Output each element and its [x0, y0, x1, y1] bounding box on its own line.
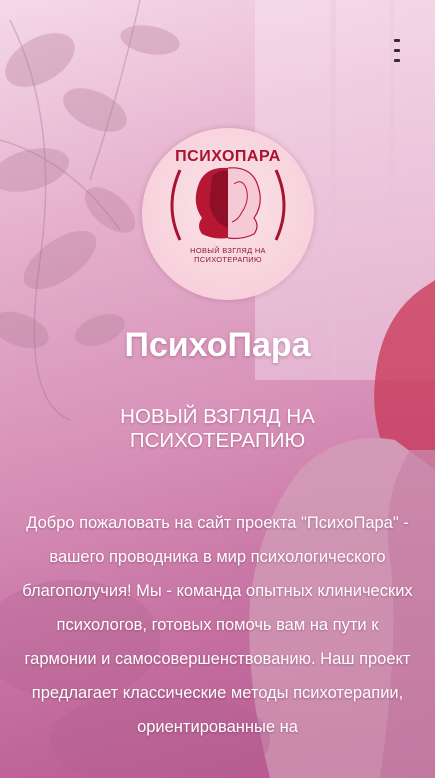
page-title: ПсихоПара: [124, 326, 311, 364]
logo-subtitle-line: НОВЫЙ ВЗГЛЯД НА: [190, 246, 266, 255]
logo[interactable]: ПСИХОПАРА НОВЫЙ ВЗГЛЯД НА ПСИХОТЕРАПИЮ: [142, 128, 314, 300]
kebab-menu-icon: [394, 38, 400, 42]
kebab-menu-icon-dot: [394, 48, 400, 52]
menu-button[interactable]: [381, 24, 413, 76]
logo-subtitle-line: ПСИХОТЕРАПИЮ: [194, 255, 262, 264]
kebab-menu-icon-dot: [394, 58, 400, 62]
logo-title: ПСИХОПАРА: [175, 148, 281, 165]
intro-text: Добро пожаловать на сайт проекта "ПсихоП…: [22, 514, 413, 736]
page: ПСИХОПАРА НОВЫЙ ВЗГЛЯД НА ПСИХОТЕРАПИЮ П…: [0, 0, 435, 778]
page-subtitle: НОВЫЙ ВЗГЛЯД НА ПСИХОТЕРАПИЮ: [120, 405, 315, 452]
logo-subtitle: НОВЫЙ ВЗГЛЯД НА ПСИХОТЕРАПИЮ: [142, 246, 314, 264]
